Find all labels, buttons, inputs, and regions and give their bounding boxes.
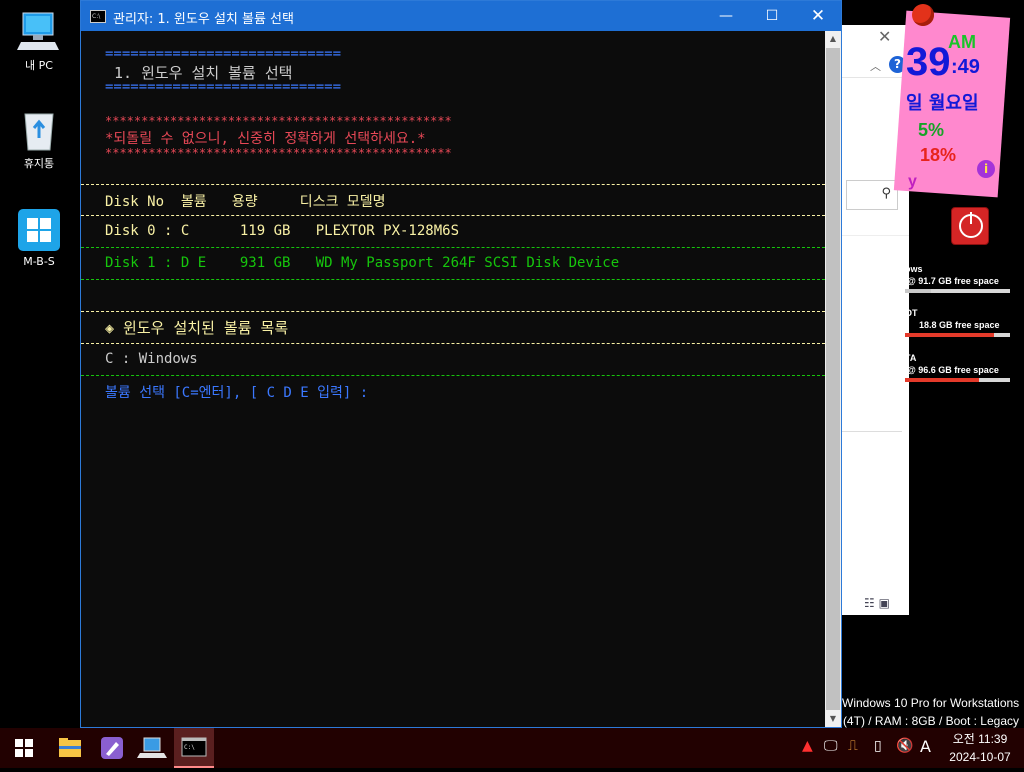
warning-text: *되돌릴 수 없으니, 신중히 정확하게 선택하세요.* [105,131,426,147]
rocket-app-icon [101,737,123,759]
search-box[interactable]: ⚲ [846,180,898,210]
drive-bar-fill [905,378,979,382]
clock-seconds: :49 [951,56,980,78]
network-warning-icon[interactable]: ▲ [802,738,813,754]
command-prompt-window[interactable]: C:\ 관리자: 1. 윈도우 설치 볼륨 선택 — ☐ ✕ =========… [80,0,842,728]
cpu-usage: 5% [918,120,945,140]
desktop-icon-label: M-B-S [23,255,55,268]
taskbar-clock[interactable]: 오전 11:39 2024-10-07 [940,730,1020,766]
os-edition: Windows 10 Pro for Workstations [842,696,1020,710]
desktop-icon-mbs[interactable]: M-B-S [4,208,74,268]
taskbar: C:\ ▲ 🖵 ⎍ ▯ 🔇 A 오전 11:39 2024-10-07 [0,728,1024,768]
scroll-down-icon[interactable]: ▼ [825,711,841,727]
desktop-icon-recycle-bin[interactable]: 휴지통 [4,108,74,171]
drive-free-space: @ 91.7 GB free space [907,276,999,286]
search-icon: ⚲ [881,186,891,201]
power-icon [959,212,983,238]
details-view-icon[interactable]: ☷ [864,596,875,610]
desktop-icon-this-pc[interactable]: 내 PC [4,10,74,73]
safely-remove-icon[interactable]: ▯ [874,738,882,754]
volume-prompt[interactable]: 볼륨 선택 [C=엔터], [ C D E 입력] : [105,382,368,402]
computer-icon [17,10,61,54]
scroll-thumb[interactable] [826,48,840,710]
windows-start-icon [15,739,33,757]
taskbar-app-launcher[interactable] [92,728,132,768]
pushpin-icon [912,4,934,26]
clock-ampm: AM [948,32,976,52]
clock-day: 일 월요일 [906,93,979,114]
divider [838,431,902,432]
console-icon: C:\ [90,10,106,23]
view-toggle[interactable]: ☷ ▣ [864,596,890,610]
drive-name: OT [905,308,918,318]
drive-name: ows [905,264,923,274]
taskbar-app-command-prompt[interactable]: C:\ [174,728,214,768]
divider [81,343,825,344]
close-icon[interactable]: ✕ [878,27,891,46]
clock-date: 2024-10-07 [949,750,1011,764]
installed-volumes-header: ◈ 윈도우 설치된 볼륨 목록 [105,319,289,337]
laptop-app-icon [137,737,167,758]
drive-free-space: @ 96.6 GB free space [907,365,999,375]
disk-row: Disk 1 : D E 931 GB WD My Passport 264F … [105,255,620,271]
desktop-icon-label: 휴지통 [23,157,55,170]
usb-icon[interactable]: ⎍ [848,738,858,754]
recycle-bin-icon [17,108,61,152]
divider [81,375,825,376]
console-output[interactable]: ============================ 1. 윈도우 설치 볼… [81,31,825,727]
taskbar-app-file-explorer[interactable] [50,728,90,768]
drive-bar-fill [905,333,995,337]
gadget-text: y [908,173,917,190]
divider [81,311,825,312]
start-button[interactable] [4,728,44,768]
title-bar[interactable]: C:\ 관리자: 1. 윈도우 설치 볼륨 선택 — ☐ ✕ [81,1,841,31]
display-icon[interactable]: 🖵 [824,738,838,754]
large-icons-view-icon[interactable]: ▣ [879,596,890,610]
divider [81,279,825,280]
windows-logo-icon [17,208,61,252]
chevron-up-icon[interactable]: ︿ [870,58,881,74]
clock-hour: 39 [906,40,951,84]
divider [838,235,909,236]
drive-bar-fill [905,289,932,293]
drive-free-space: 18.8 GB free space [919,320,1000,330]
drive-bar [905,333,1010,337]
drive-name: TA [905,353,917,363]
taskbar-app-laptop[interactable] [133,728,173,768]
close-button[interactable]: ✕ [795,1,841,31]
power-button[interactable] [951,207,989,245]
disk-row: Disk 0 : C 119 GB PLEXTOR PX-128M6S [105,223,460,239]
header-rule: ============================ [105,46,342,62]
installed-volume: C : Windows [105,351,198,367]
command-prompt-icon: C:\ [181,737,207,757]
info-icon[interactable]: i [977,160,995,178]
system-info-watermark: Windows 10 Pro for Workstations (4T) / R… [842,694,1019,730]
divider [81,247,825,248]
desktop-icon-label: 내 PC [25,59,53,72]
warning-rule: ****************************************… [105,114,452,128]
window-title: 관리자: 1. 윈도우 설치 볼륨 선택 [113,12,294,27]
disk-table-header: Disk No 볼륨 용량 디스크 모델명 [105,194,386,210]
scroll-up-icon[interactable]: ▲ [825,31,841,47]
ime-indicator[interactable]: A [920,737,931,756]
drive-bar [905,289,1010,293]
explorer-header: ✕ ︿ ? [838,25,909,78]
clock-time: 오전 11:39 [952,732,1008,746]
drive-bar [905,378,1010,382]
volume-muted-icon[interactable]: 🔇 [896,738,913,754]
maximize-button[interactable]: ☐ [749,1,795,31]
svg-text:C:\: C:\ [184,744,195,751]
memory-usage: 18% [920,145,957,165]
minimize-button[interactable]: — [703,1,749,31]
divider [81,215,825,216]
vertical-scrollbar[interactable]: ▲ ▼ [825,31,841,727]
file-explorer-icon [59,738,81,757]
header-rule: ============================ [105,79,342,95]
divider [81,184,825,185]
warning-rule: ****************************************… [105,146,452,160]
